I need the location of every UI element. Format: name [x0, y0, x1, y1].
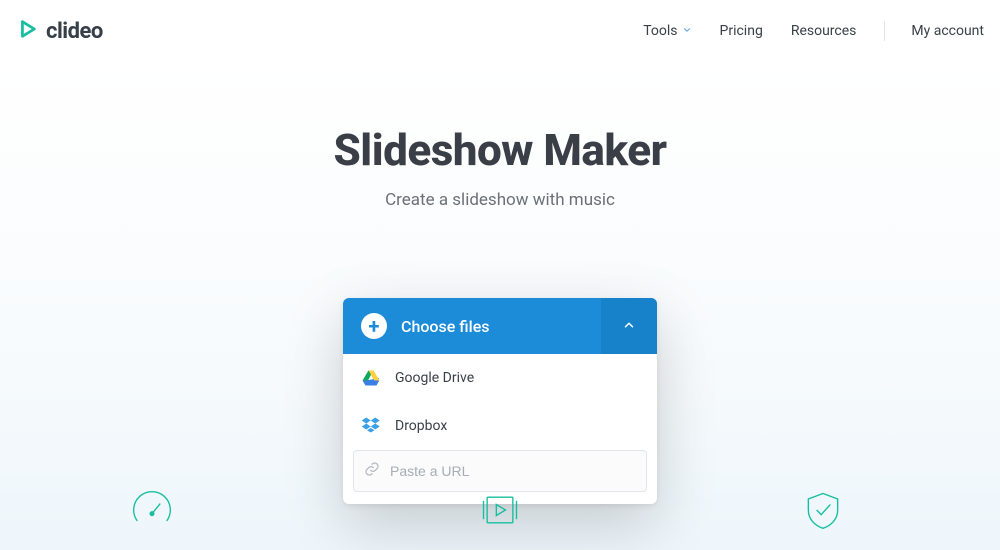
nav-pricing[interactable]: Pricing [720, 23, 763, 39]
page-subtitle: Create a slideshow with music [0, 190, 1000, 210]
choose-files-label: Choose files [401, 317, 490, 336]
nav-primary: Tools Pricing Resources [643, 23, 884, 39]
choose-files-main[interactable]: + Choose files [343, 313, 601, 339]
my-account-label: My account [911, 23, 984, 39]
choose-files-button[interactable]: + Choose files [343, 298, 657, 354]
url-input[interactable] [390, 463, 636, 479]
choose-files-toggle[interactable] [601, 298, 657, 354]
nav-tools[interactable]: Tools [643, 23, 691, 39]
nav-pricing-label: Pricing [720, 23, 763, 39]
logo-text: clideo [46, 19, 103, 44]
link-icon [364, 461, 380, 481]
chevron-down-icon [682, 23, 692, 39]
my-account-link[interactable]: My account [911, 23, 984, 39]
source-google-drive[interactable]: Google Drive [343, 354, 657, 402]
url-input-box[interactable] [353, 450, 647, 492]
plus-icon: + [361, 313, 387, 339]
nav-resources[interactable]: Resources [791, 23, 857, 39]
nav-separator [884, 21, 885, 41]
logo-icon [16, 18, 38, 44]
source-dropbox-label: Dropbox [395, 418, 447, 434]
source-dropbox[interactable]: Dropbox [343, 402, 657, 450]
header: clideo Tools Pricing Resources My a [0, 0, 1000, 63]
feature-secure-icon [801, 488, 845, 532]
dropbox-icon [361, 416, 381, 436]
feature-speed-icon [130, 488, 174, 532]
page-title: Slideshow Maker [0, 124, 1000, 176]
nav-tools-label: Tools [643, 23, 677, 39]
source-google-drive-label: Google Drive [395, 370, 474, 386]
nav: Tools Pricing Resources My account [643, 21, 984, 41]
feature-slideshow-icon [478, 488, 522, 532]
chevron-up-icon [622, 317, 636, 336]
logo[interactable]: clideo [16, 18, 103, 44]
google-drive-icon [361, 368, 381, 388]
upload-panel: + Choose files Google Drive Dropbox [343, 298, 657, 504]
nav-resources-label: Resources [791, 23, 857, 39]
